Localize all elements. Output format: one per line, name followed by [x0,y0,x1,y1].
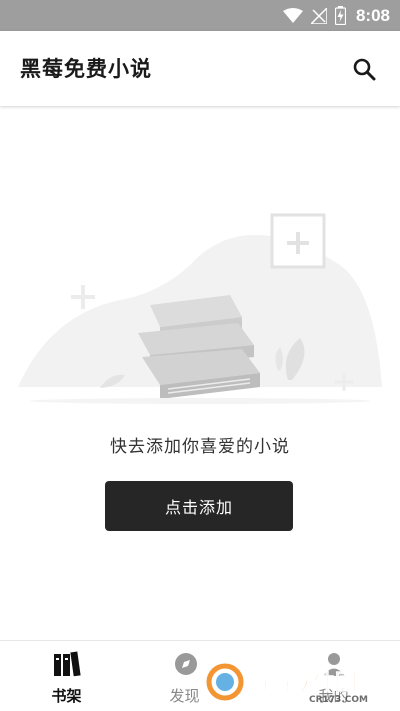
battery-charging-icon [334,6,346,25]
app-title: 黑莓免费小说 [20,56,152,81]
search-icon [353,58,376,81]
wifi-icon [282,7,303,23]
app-bar: 黑莓免费小说 [0,31,400,106]
search-button[interactable] [346,51,382,87]
status-icons: 8:08 [282,0,390,31]
discover-icon [175,653,198,675]
bookshelf-icon [53,651,81,677]
nav-label-bookshelf: 书架 [51,687,82,705]
watermark-sub-text: CR173.COM [309,695,368,704]
watermark-logo: 西西软件园 CR173.COM [206,663,368,704]
watermark-main-text: 西西软件园 [247,670,357,696]
empty-message: 快去添加你喜爱的小说 [110,437,290,457]
nav-tab-bookshelf[interactable]: 书架 [0,641,133,711]
signal-off-icon [310,7,327,24]
status-time: 8:08 [355,5,390,25]
status-bar: 8:08 [0,0,400,31]
empty-bookshelf-illustration [18,213,382,404]
add-novel-button[interactable]: 点击添加 [105,481,293,531]
